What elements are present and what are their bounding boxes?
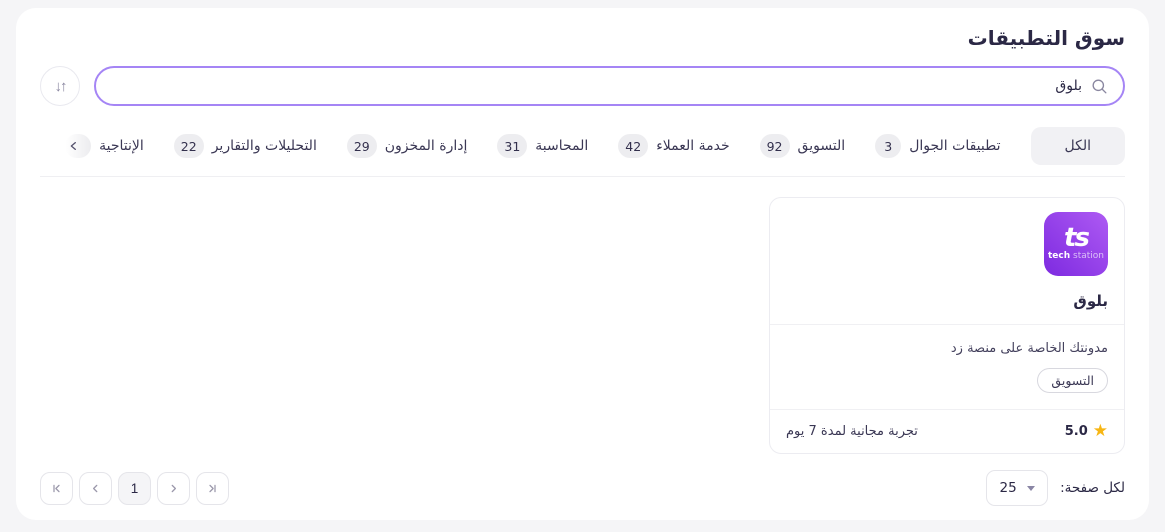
last-page-button[interactable] [196, 472, 229, 505]
next-page-button[interactable] [157, 472, 190, 505]
per-page-label: لكل صفحة: [1060, 480, 1125, 496]
caret-down-icon [1027, 486, 1035, 491]
tab-marketing[interactable]: التسويق 92 [760, 134, 846, 158]
app-name: بلوق [786, 286, 1108, 324]
tab-label: الإنتاجية [99, 138, 144, 154]
search-input[interactable] [110, 78, 1082, 94]
last-page-icon [205, 481, 220, 496]
pagination: 1 [40, 472, 229, 505]
search-icon [1090, 77, 1109, 96]
star-icon: ★ [1093, 423, 1108, 440]
tabs-scroll-left-button[interactable] [66, 138, 82, 154]
tab-count-badge: 42 [618, 134, 648, 158]
app-rating: ★ 5.0 [1065, 423, 1108, 440]
tabs-row: الكل تطبيقات الجوال 3 التسويق 92 خدمة ال… [40, 124, 1125, 168]
sort-icon: ↑↓ [55, 78, 66, 95]
search-row: ↑↓ [40, 66, 1125, 106]
first-page-button[interactable] [40, 472, 73, 505]
per-page-control: لكل صفحة: 25 [986, 470, 1125, 506]
tab-count-badge: 31 [497, 134, 527, 158]
per-page-select[interactable]: 25 [986, 470, 1048, 506]
tab-label: تطبيقات الجوال [909, 138, 1000, 154]
tab-label: التسويق [798, 138, 846, 154]
app-card-footer: ★ 5.0 تجربة مجانية لمدة 7 يوم [786, 410, 1108, 453]
page-number-button[interactable]: 1 [118, 472, 151, 505]
app-logo-mark: ts [1064, 226, 1088, 250]
app-description: مدونتك الخاصة على منصة زد [786, 325, 1108, 368]
chevron-right-icon [166, 481, 181, 496]
app-market-panel: سوق التطبيقات ↑↓ الكل تطبيقات الجوال 3 ا… [16, 8, 1149, 520]
rating-value: 5.0 [1065, 424, 1088, 439]
chevron-left-icon [66, 138, 82, 154]
tab-count-badge: 92 [760, 134, 790, 158]
first-page-icon [49, 481, 64, 496]
per-page-value: 25 [1000, 480, 1017, 496]
tab-count-badge: 29 [347, 134, 377, 158]
tab-inventory[interactable]: إدارة المخزون 29 [347, 134, 468, 158]
tab-analytics-reports[interactable]: التحليلات والتقارير 22 [174, 134, 317, 158]
tab-label: المحاسبة [535, 138, 588, 154]
sort-button[interactable]: ↑↓ [40, 66, 80, 106]
app-logo-text: tech station [1048, 250, 1104, 262]
tab-label: التحليلات والتقارير [212, 138, 317, 154]
app-category-tag[interactable]: التسويق [1037, 368, 1108, 393]
previous-page-button[interactable] [79, 472, 112, 505]
tab-accounting[interactable]: المحاسبة 31 [497, 134, 588, 158]
tab-count-badge: 22 [174, 134, 204, 158]
search-box[interactable] [94, 66, 1125, 106]
tab-label: خدمة العملاء [656, 138, 729, 154]
apps-grid: ts tech station بلوق مدونتك الخاصة على م… [40, 177, 1125, 460]
trial-text: تجربة مجانية لمدة 7 يوم [786, 424, 918, 439]
tab-label: إدارة المخزون [385, 138, 468, 154]
tab-customer-service[interactable]: خدمة العملاء 42 [618, 134, 729, 158]
app-card[interactable]: ts tech station بلوق مدونتك الخاصة على م… [769, 197, 1125, 454]
tab-label: الكل [1065, 138, 1092, 154]
tabs-overflow-fade [36, 124, 90, 168]
app-logo: ts tech station [1044, 212, 1108, 276]
chevron-left-icon [88, 481, 103, 496]
page-title: سوق التطبيقات [40, 26, 1125, 50]
tab-count-badge: 3 [875, 134, 901, 158]
tab-mobile-apps[interactable]: تطبيقات الجوال 3 [875, 134, 1000, 158]
tab-all[interactable]: الكل [1031, 127, 1126, 165]
category-tabs: الكل تطبيقات الجوال 3 التسويق 92 خدمة ال… [40, 124, 1125, 168]
page-footer: لكل صفحة: 25 1 [40, 460, 1125, 506]
